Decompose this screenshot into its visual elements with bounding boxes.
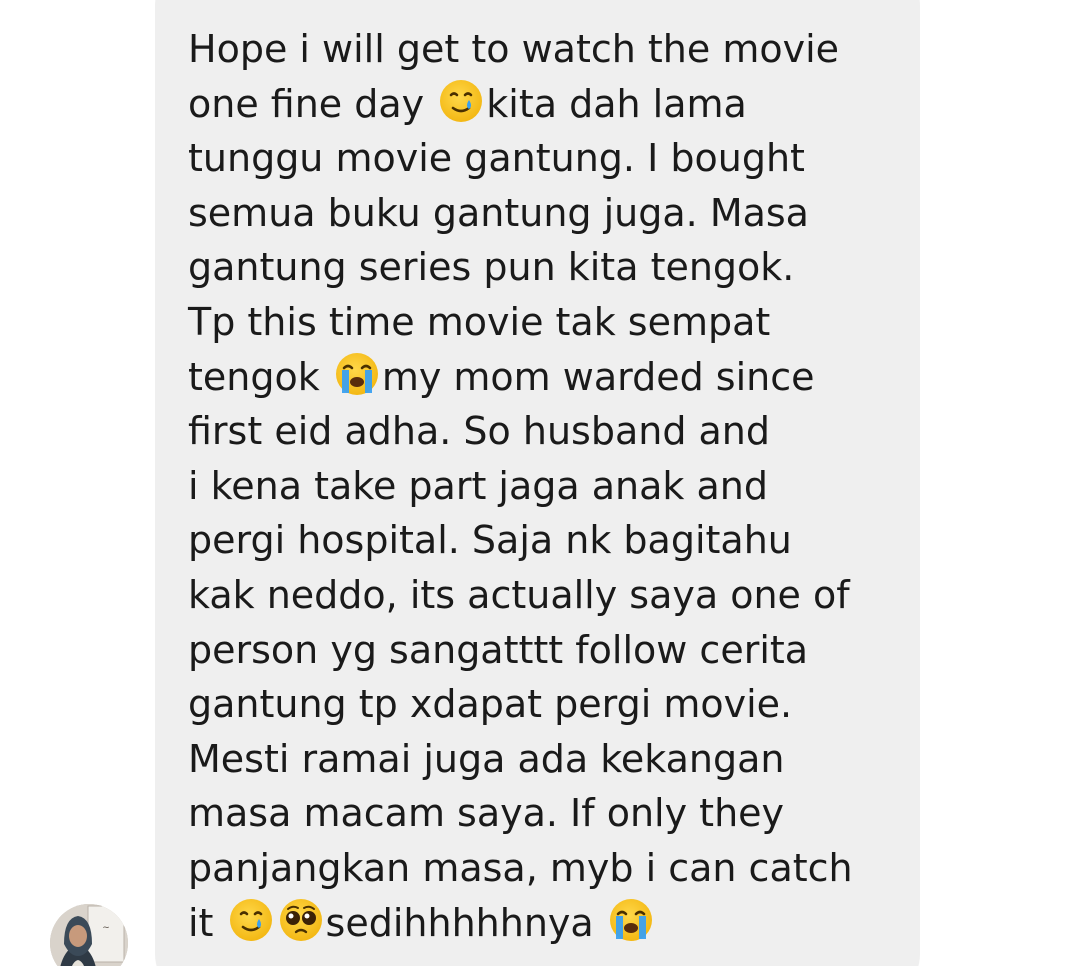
svg-text:~: ~ <box>102 923 110 933</box>
avatar[interactable]: ~ <box>50 904 128 966</box>
message-line: i kena take part jaga anak and <box>188 463 768 508</box>
message-line: pergi hospital. Saja nk bagitahu <box>188 518 792 563</box>
message-line: Tp this time movie tak sempat <box>188 299 771 344</box>
message-line: semua buku gantung juga. Masa <box>188 190 809 235</box>
message-line: tunggu movie gantung. I bought <box>188 136 805 181</box>
loudly-crying-face-icon <box>335 352 378 395</box>
smiling-face-with-tear-icon <box>229 898 272 941</box>
message-line: first eid adha. So husband and <box>188 409 771 454</box>
message-line: gantung series pun kita tengok. <box>188 245 795 290</box>
message-line: person yg sangatttt follow cerita <box>188 627 809 672</box>
message-line: Hope i will get to watch the movie <box>188 27 840 71</box>
smiling-face-with-tear-icon <box>440 79 483 122</box>
message-line: masa macam saya. If only they <box>188 791 785 836</box>
message-line: gantung tp xdapat pergi movie. <box>188 682 793 727</box>
message-line: kak neddo, its actually saya one of <box>188 572 850 617</box>
pleading-face-icon <box>279 898 322 941</box>
message-line: Mesti ramai juga ada kekangan <box>188 736 785 781</box>
loudly-crying-face-icon <box>609 898 652 941</box>
message-line: panjangkan masa, myb i can catch <box>188 845 853 890</box>
message-line: tengok my mom warded since <box>188 350 908 405</box>
message-line: one fine day kita dah lama <box>188 77 908 132</box>
message-line: it sedihhhhhnya <box>188 896 908 951</box>
message-text: Hope i will get to watch the movie one f… <box>188 22 908 950</box>
profile-photo-icon: ~ <box>50 904 128 966</box>
